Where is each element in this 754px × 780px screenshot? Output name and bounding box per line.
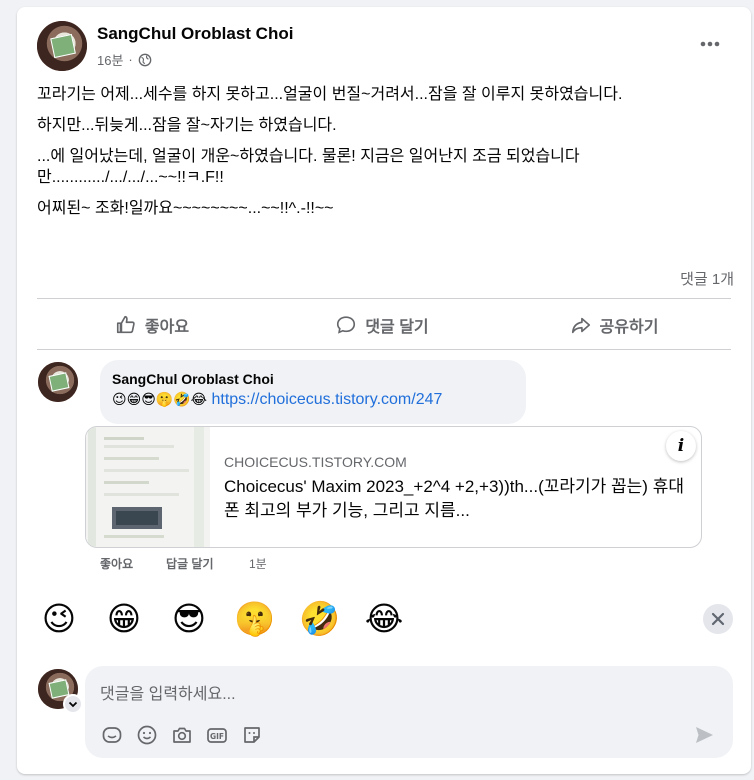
comment-link[interactable]: https://choicecus.tistory.com/247 [211,391,442,408]
more-options-icon[interactable] [695,37,725,51]
author-name[interactable]: SangChul Oroblast Choi [97,24,293,44]
share-button[interactable]: 공유하기 [497,303,731,347]
comment-time[interactable]: 1분 [249,555,267,572]
emoji-rofl-icon[interactable]: 🤣 [299,599,340,639]
like-label: 좋아요 [144,319,190,336]
link-preview[interactable]: CHOICECUS.TISTORY.COM Choicecus' Maxim 2… [85,426,702,548]
comment-input-placeholder: 댓글을 입력하세요... [100,686,236,703]
comment-icon [337,316,356,334]
chevron-down-icon[interactable] [63,694,83,714]
link-thumbnail [86,427,210,547]
post-paragraph: 하지만...뒤늦게...잠을 잘~자기는 하였습니다. [37,117,337,134]
post-paragraph: 어찌된~ 조화!일까요~~~~~~~~...~~!!^.-!!~~ [37,200,334,217]
send-icon[interactable] [693,724,715,746]
emoji-sunglasses-icon[interactable]: 😎 [169,599,209,639]
divider [37,298,731,299]
meta-separator: · [128,52,133,67]
emoji-joy-icon[interactable]: 😂 [364,599,404,639]
comment-bubble: SangChul Oroblast Choi 😉😁😎🤫🤣😂 https://ch… [100,360,526,424]
post-time[interactable]: 16분 [97,50,123,69]
share-label: 공유하기 [599,319,659,336]
share-icon [571,317,590,334]
post-paragraph: 꼬라기는 어제...세수를 하지 못하고...얼굴이 번질~거려서...잠을 잘… [37,86,623,103]
info-icon[interactable]: i [666,431,696,461]
emoji-grin-icon[interactable]: 😁 [104,599,144,639]
author-avatar[interactable] [37,21,87,71]
comment-count[interactable]: 댓글 1개 [680,268,734,289]
svg-text:GIF: GIF [210,732,224,741]
like-button[interactable]: 좋아요 [37,303,267,347]
comment-label: 댓글 달기 [365,319,429,336]
sticker-icon[interactable] [241,724,263,746]
link-domain: CHOICECUS.TISTORY.COM [224,454,407,470]
post-meta: 16분 · [97,50,152,69]
comment-like-button[interactable]: 좋아요 [100,555,133,572]
avatar-sticker-icon[interactable] [101,724,123,746]
comment-avatar[interactable] [38,362,78,402]
comment-reply-button[interactable]: 답글 달기 [166,555,214,572]
thumbs-up-icon [116,315,135,334]
post-body: 꼬라기는 어제...세수를 하지 못하고...얼굴이 번질~거려서...잠을 잘… [37,84,727,229]
emoji-wink-icon[interactable]: 😉 [39,599,79,639]
close-icon[interactable] [703,604,733,634]
camera-icon[interactable] [171,724,193,746]
link-title: Choicecus' Maxim 2023_+2^4 +2,+3))th...(… [224,477,684,520]
globe-icon [138,53,152,67]
post-card: SangChul Oroblast Choi 16분 · 꼬라기는 어제...세… [17,7,751,774]
comment-author[interactable]: SangChul Oroblast Choi [112,371,274,387]
comment-button[interactable]: 댓글 달기 [267,303,497,347]
divider [37,349,731,350]
emoji-icon[interactable] [136,724,158,746]
emoji-shush-icon[interactable]: 🤫 [234,599,275,639]
comment-text: 😉😁😎🤫🤣😂 https://choicecus.tistory.com/247 [112,391,442,409]
gif-icon[interactable]: GIF [206,724,228,746]
comment-emojis: 😉😁😎🤫🤣😂 [112,391,208,407]
post-paragraph: ...에 일어났는데, 얼굴이 개운~하였습니다. 물론! 지금은 일어난지 조… [37,148,580,186]
